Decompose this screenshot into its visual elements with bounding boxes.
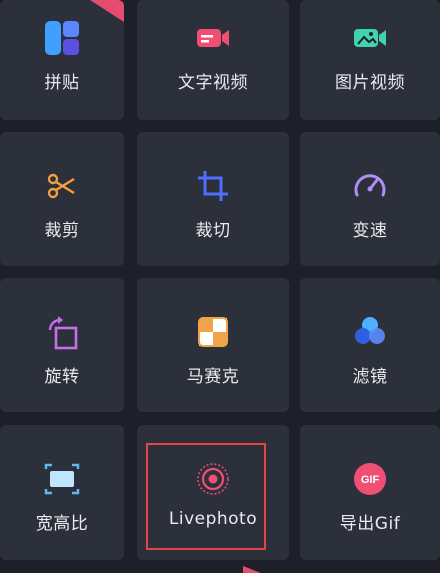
gif-icon: GIF (352, 461, 388, 497)
tile-export-gif[interactable]: GIF 导出Gif (300, 425, 440, 560)
filter-icon (352, 314, 388, 350)
tile-livephoto[interactable]: Livephoto (137, 425, 289, 560)
tile-text-video[interactable]: 文字视频 (137, 0, 289, 120)
gif-badge-text: GIF (361, 474, 380, 486)
mosaic-icon (195, 314, 231, 350)
tile-label: 宽高比 (35, 514, 89, 534)
tile-label: 马赛克 (186, 367, 240, 387)
scissors-icon (44, 168, 80, 204)
tile-label: 旋转 (44, 367, 80, 387)
text-video-icon (195, 20, 231, 56)
tile-label: 文字视频 (178, 73, 248, 93)
tile-mosaic[interactable]: 马赛克 (137, 278, 289, 412)
aspect-ratio-icon (44, 461, 80, 497)
tile-label: 裁剪 (44, 221, 80, 241)
tile-label: 导出Gif (339, 514, 401, 534)
tile-trim[interactable]: 裁剪 (0, 132, 124, 266)
speedometer-icon (352, 168, 388, 204)
tile-label: Livephoto (168, 509, 258, 529)
livephoto-icon (195, 461, 231, 497)
tile-label: 拼贴 (44, 73, 80, 93)
bottom-badge (243, 566, 261, 573)
tile-label: 图片视频 (335, 73, 405, 93)
rotate-icon (44, 314, 80, 350)
tile-label: 裁切 (195, 221, 231, 241)
tile-label: 变速 (352, 221, 388, 241)
tile-aspect-ratio[interactable]: 宽高比 (0, 425, 124, 560)
collage-icon (44, 20, 80, 56)
tile-filter[interactable]: 滤镜 (300, 278, 440, 412)
tile-label: 滤镜 (352, 367, 388, 387)
tile-crop[interactable]: 裁切 (137, 132, 289, 266)
tile-collage[interactable]: 拼贴 (0, 0, 124, 120)
photo-video-icon (352, 20, 388, 56)
new-badge (90, 0, 124, 22)
tile-speed[interactable]: 变速 (300, 132, 440, 266)
tile-rotate[interactable]: 旋转 (0, 278, 124, 412)
crop-icon (195, 168, 231, 204)
tile-photo-video[interactable]: 图片视频 (300, 0, 440, 120)
